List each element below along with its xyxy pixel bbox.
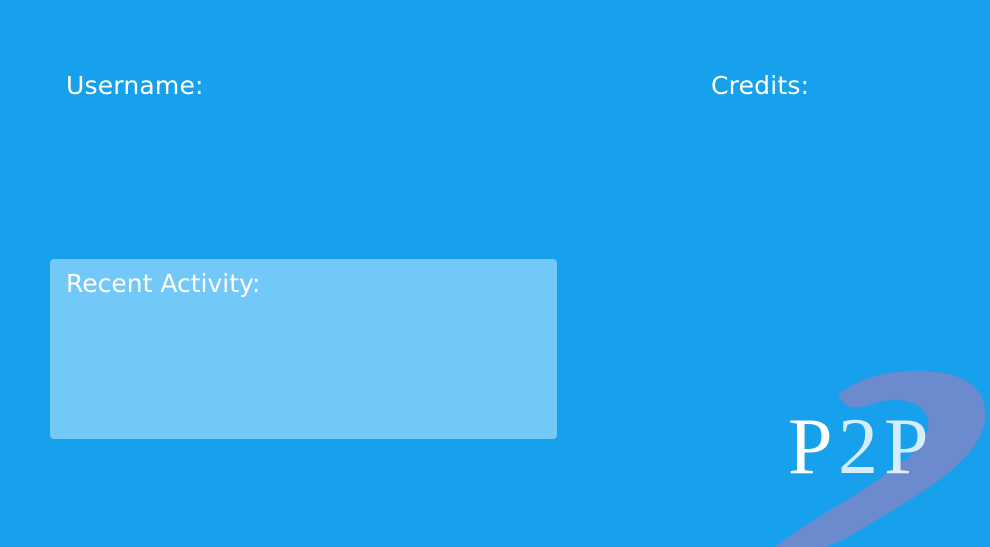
recent-activity-panel: Recent Activity: — [50, 259, 557, 439]
logo-letter-p2: P — [884, 403, 929, 491]
logo-letter-2: 2 — [838, 403, 878, 491]
recent-activity-title: Recent Activity: — [66, 269, 261, 298]
logo-letter-p1: P — [788, 403, 833, 491]
credits-label: Credits: — [711, 71, 810, 100]
p2p-logo: P 2 P — [775, 370, 986, 547]
username-label: Username: — [66, 71, 204, 100]
